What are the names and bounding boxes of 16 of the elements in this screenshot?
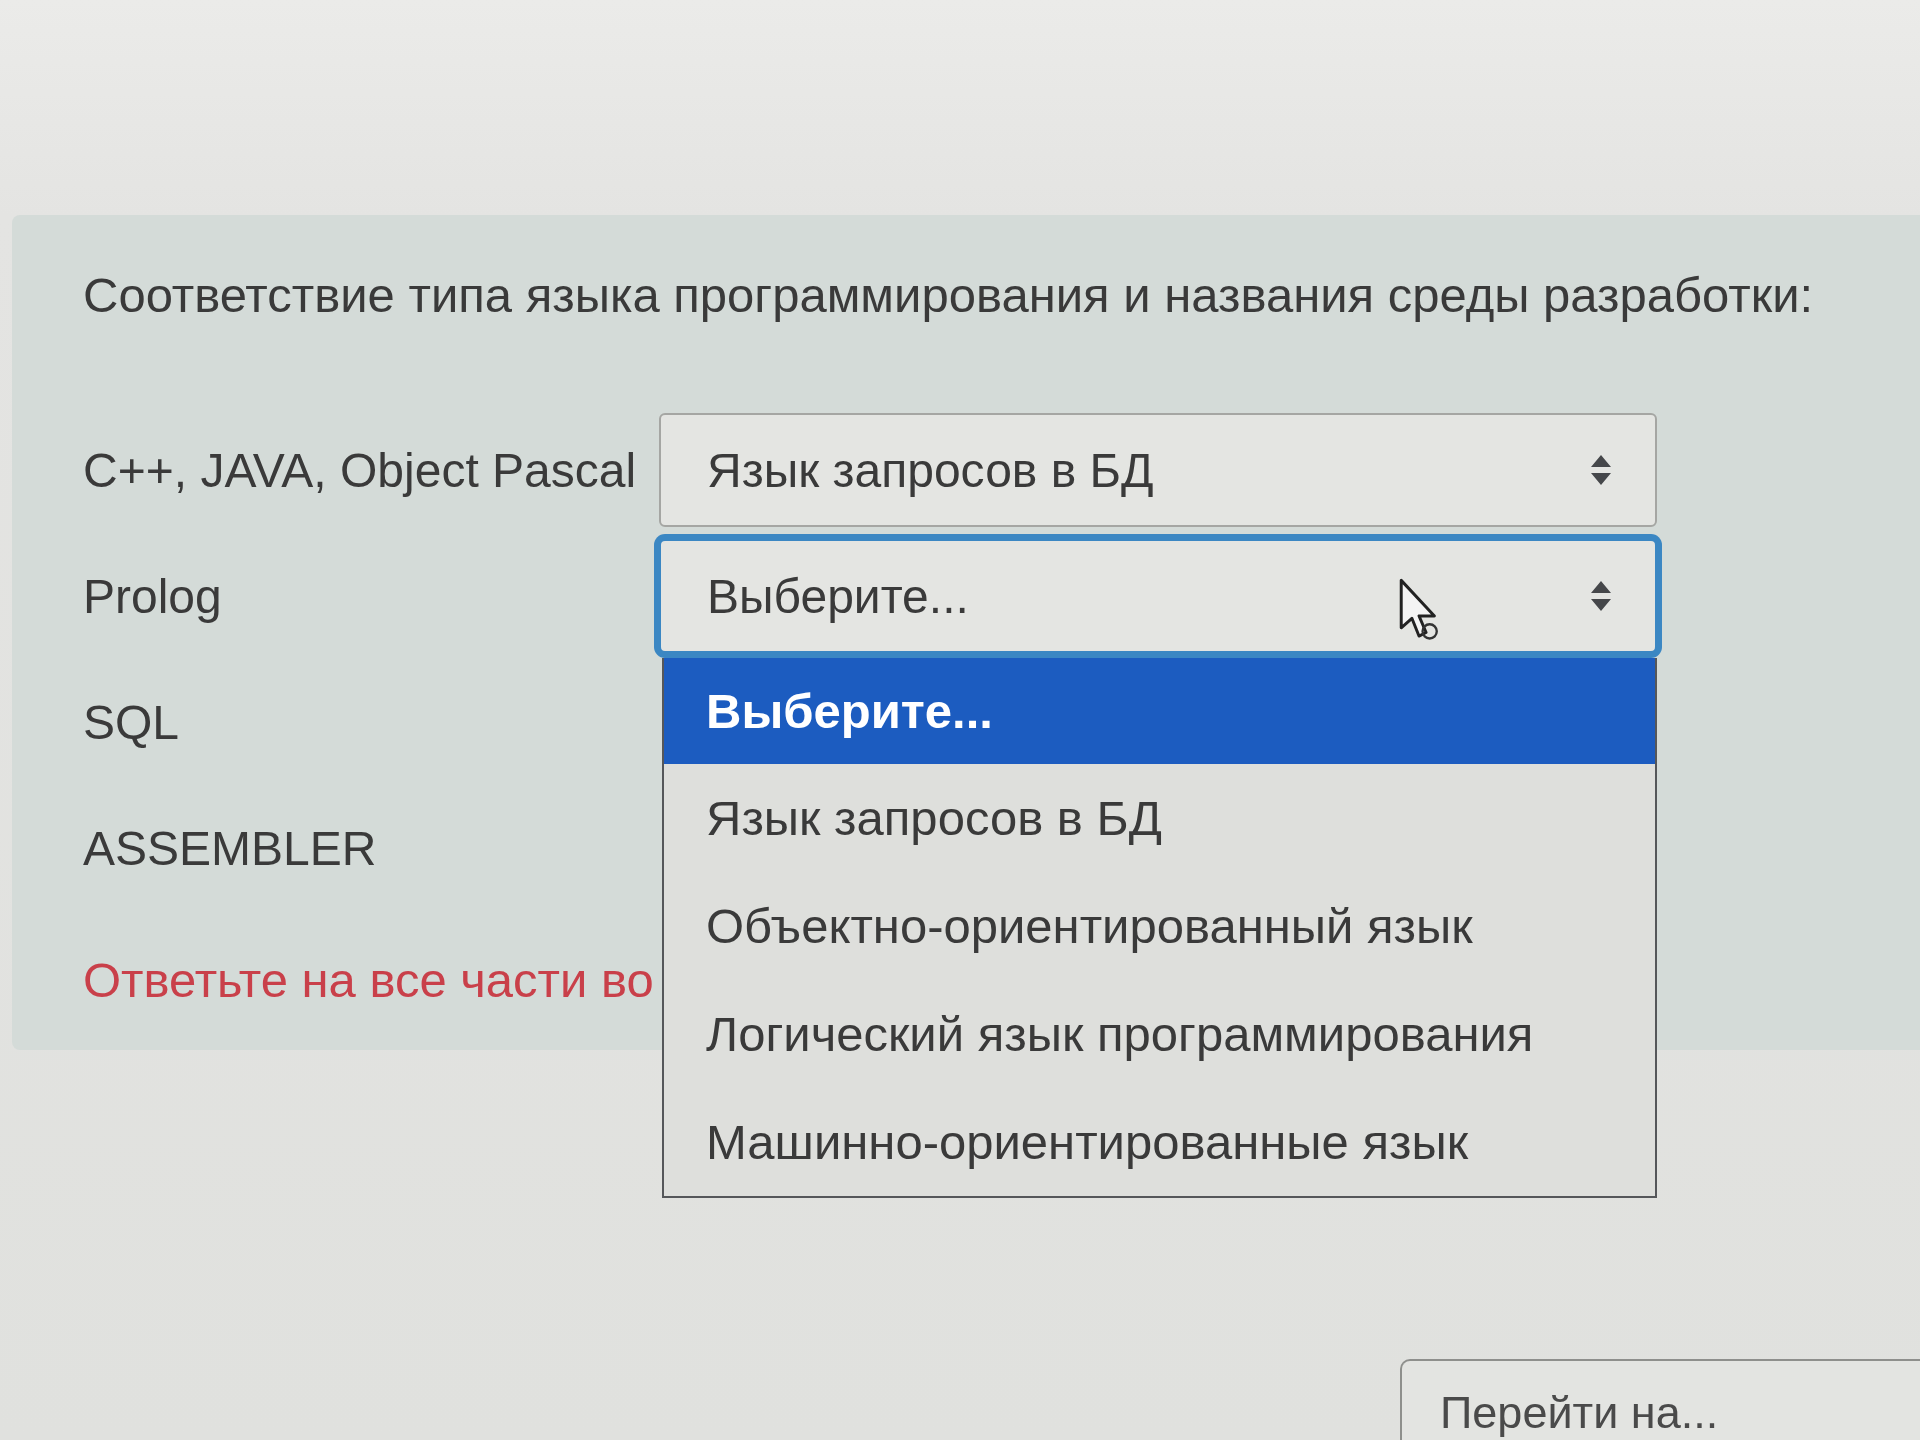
dropdown-option[interactable]: Выберите... — [664, 658, 1655, 764]
dropdown-option[interactable]: Объектно-ориентированный язык — [664, 872, 1655, 980]
dropdown-option[interactable]: Машинно-ориентированные язык — [664, 1088, 1655, 1196]
jump-to-select[interactable]: Перейти на... — [1400, 1359, 1920, 1440]
match-label: SQL — [83, 694, 180, 750]
match-label: C++, JAVA, Object Pascal — [83, 442, 637, 498]
select-field[interactable]: Язык запросов в БД — [659, 413, 1657, 527]
match-label: ASSEMBLER — [83, 820, 377, 876]
dropdown-option[interactable]: Логический язык программирования — [664, 980, 1655, 1088]
dropdown-option[interactable]: Язык запросов в БД — [664, 764, 1655, 872]
up-down-arrows-icon — [1591, 581, 1611, 611]
error-message: Ответьте на все части во — [83, 955, 654, 1005]
match-label: Prolog — [83, 568, 222, 624]
up-down-arrows-icon — [1591, 455, 1611, 485]
mouse-pointer-icon — [1398, 578, 1440, 642]
question-text: Соответствие типа языка программирования и названия среды разработки: — [83, 270, 1814, 320]
